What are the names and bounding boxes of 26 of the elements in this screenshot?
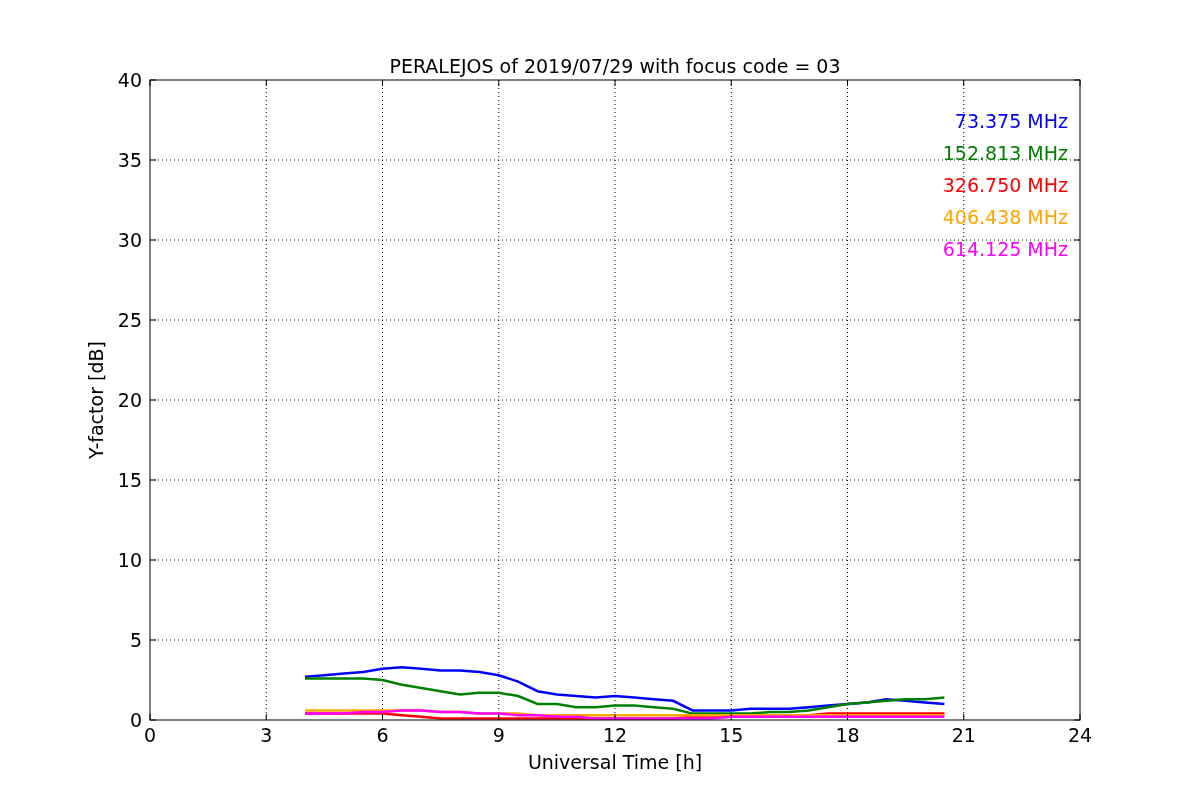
- axis-tick-label: 10: [117, 549, 142, 571]
- axis-tick-label: 0: [143, 724, 157, 746]
- axis-tick-label: 40: [117, 69, 142, 91]
- legend-label: 73.375 MHz: [954, 110, 1068, 132]
- axis-tick-label: 5: [129, 629, 142, 651]
- legend-label: 614.125 MHz: [942, 238, 1068, 260]
- axis-tick-label: 20: [117, 389, 142, 411]
- legend-label: 326.750 MHz: [942, 174, 1068, 196]
- legend-label: 152.813 MHz: [942, 142, 1068, 164]
- chart-title: PERALEJOS of 2019/07/29 with focus code = 03: [389, 55, 841, 77]
- axis-tick-label: 25: [117, 309, 142, 331]
- axis-tick-label: 24: [1067, 724, 1093, 746]
- y-axis-label: Y-factor [dB]: [85, 341, 107, 459]
- axis-tick-label: 0: [129, 709, 142, 731]
- axis-tick-label: 18: [835, 724, 860, 746]
- legend-label: 406.438 MHz: [942, 206, 1068, 228]
- axis-tick-label: 9: [492, 724, 505, 746]
- axis-tick-label: 3: [260, 724, 273, 746]
- axis-tick-label: 6: [376, 724, 389, 746]
- axis-tick-label: 15: [117, 469, 142, 491]
- axis-tick-label: 15: [719, 724, 744, 746]
- axis-tick-label: 35: [117, 149, 142, 171]
- axis-tick-label: 12: [602, 724, 628, 746]
- x-axis-label: Universal Time [h]: [527, 751, 703, 773]
- axis-tick-label: 21: [951, 724, 976, 746]
- axis-tick-label: 30: [117, 229, 142, 251]
